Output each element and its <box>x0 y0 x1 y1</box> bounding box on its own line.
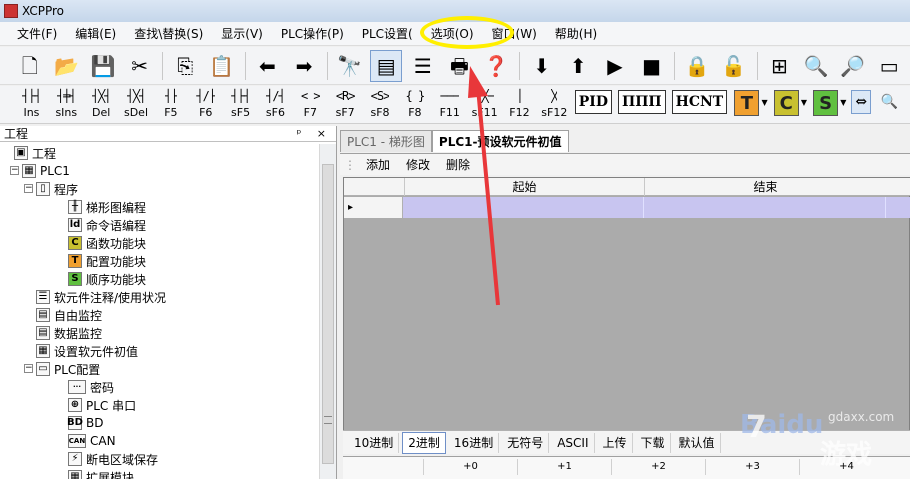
annotation-arrow-icon <box>468 66 500 306</box>
